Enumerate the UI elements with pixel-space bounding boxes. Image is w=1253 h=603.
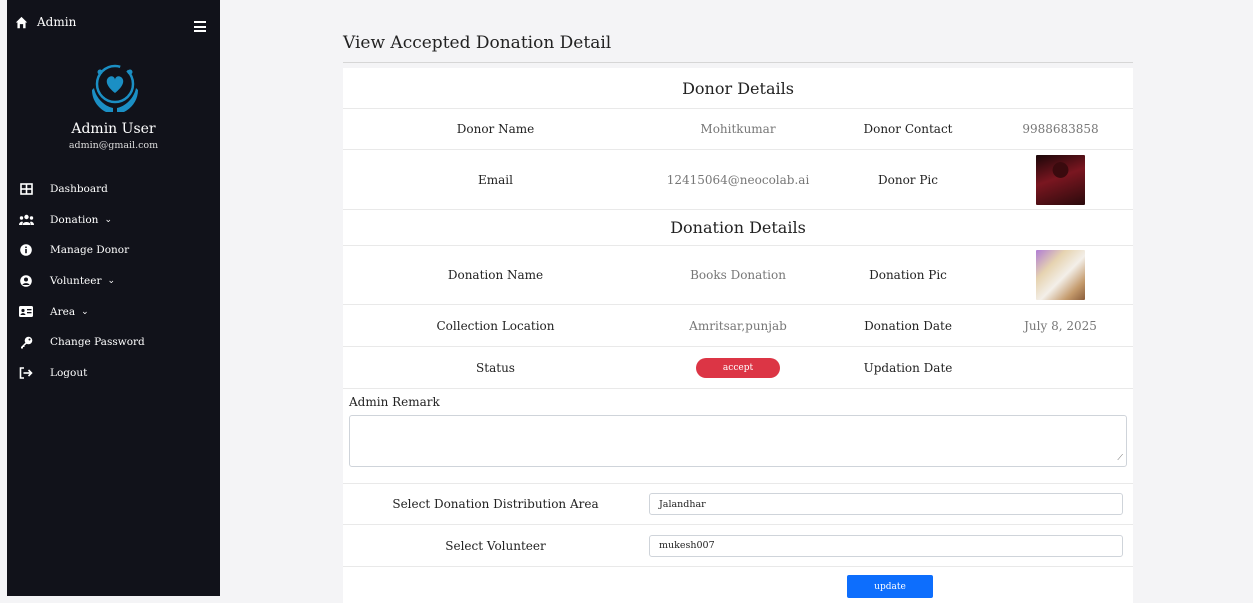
email-label: Email [478, 172, 513, 187]
brand-label[interactable]: Admin [37, 15, 76, 29]
sidebar-item-area[interactable]: Area ⌄ [7, 296, 220, 327]
chevron-down-icon: ⌄ [104, 214, 112, 225]
logout-icon [18, 366, 34, 380]
sidebar-item-label: Manage Donor [50, 244, 130, 257]
donor-pic-label: Donor Pic [878, 172, 938, 187]
table-row: Collection Location Amritsar,punjab Dona… [343, 305, 1133, 347]
donor-details-heading: Donor Details [343, 68, 1133, 109]
user-circle-icon [18, 274, 34, 288]
donor-contact-label: Donor Contact [863, 122, 953, 136]
info-icon [18, 243, 34, 257]
status-badge: accept [696, 357, 780, 378]
email-value: 12415064@neocolab.ai [666, 172, 810, 187]
donation-name-value: Books Donation [690, 268, 786, 282]
donor-name-label: Donor Name [456, 122, 535, 136]
chevron-down-icon: ⌄ [81, 306, 89, 317]
home-icon[interactable] [15, 16, 28, 29]
distribution-area-select[interactable]: Jalandhar [649, 493, 1123, 515]
table-row: Donation Name Books Donation Donation Pi… [343, 246, 1133, 305]
users-icon [18, 213, 34, 227]
sidebar-item-manage-donor[interactable]: Manage Donor [7, 235, 220, 266]
donation-details-heading: Donation Details [343, 210, 1133, 246]
donation-pic-cell [988, 250, 1133, 300]
volunteer-label: Select Volunteer [445, 538, 546, 553]
dashboard-icon [18, 182, 34, 196]
sidebar-item-logout[interactable]: Logout [7, 358, 220, 389]
donor-name-value: Mohitkumar [700, 122, 776, 136]
donor-pic-cell [988, 154, 1133, 205]
sidebar-item-dashboard[interactable]: Dashboard [7, 174, 220, 205]
sidebar-item-label: Change Password [50, 336, 145, 349]
sidebar-item-label: Dashboard [50, 183, 108, 196]
table-row: Status accept Updation Date [343, 347, 1133, 389]
id-card-icon [18, 305, 34, 319]
sidebar-item-volunteer[interactable]: Volunteer ⌄ [7, 266, 220, 297]
donation-photo[interactable] [1036, 250, 1085, 300]
volunteer-select[interactable]: mukesh007 [649, 534, 1123, 557]
status-label: Status [476, 360, 515, 375]
volunteer-row: Select Volunteer mukesh007 [343, 525, 1133, 567]
sidebar-nav: Dashboard Donation ⌄ Manage Donor Volunt… [7, 174, 220, 388]
donor-contact-value: 9988683858 [1022, 122, 1099, 136]
distribution-area-row: Select Donation Distribution Area Jaland… [343, 484, 1133, 525]
sidebar-item-donation[interactable]: Donation ⌄ [7, 205, 220, 236]
sidebar-item-label: Logout [50, 366, 88, 379]
admin-remark-textarea[interactable]: ⟋ [349, 415, 1127, 467]
sidebar-item-change-password[interactable]: Change Password [7, 327, 220, 358]
user-name: Admin User [71, 121, 156, 137]
status-cell: accept [648, 357, 828, 378]
donation-pic-label: Donation Pic [869, 268, 947, 282]
sidebar-item-label: Volunteer [50, 275, 102, 288]
sidebar-header: Admin [7, 0, 220, 48]
donor-photo[interactable] [1036, 154, 1085, 205]
table-row: Email 12415064@neocolab.ai Donor Pic [343, 150, 1133, 210]
sidebar-item-label: Donation [50, 213, 99, 226]
collection-location-value: Amritsar,punjab [689, 318, 787, 333]
collection-location-label: Collection Location [436, 318, 555, 333]
donation-date-label: Donation Date [864, 318, 952, 333]
resize-grip-icon[interactable]: ⟋ [1117, 453, 1123, 463]
detail-panel: Donor Details Donor Name Mohitkumar Dono… [343, 68, 1133, 603]
chevron-down-icon: ⌄ [107, 276, 116, 287]
user-email: admin@gmail.com [68, 140, 159, 151]
page-title: View Accepted Donation Detail [343, 33, 612, 53]
distribution-area-label: Select Donation Distribution Area [392, 497, 599, 511]
admin-remark-label: Admin Remark [349, 395, 440, 409]
button-row: update [343, 567, 1133, 603]
donation-date-value: July 8, 2025 [1024, 318, 1097, 333]
update-button[interactable]: update [847, 575, 933, 598]
hamburger-menu-icon[interactable] [194, 21, 206, 32]
title-divider [343, 62, 1133, 63]
updation-date-label: Updation Date [863, 360, 953, 375]
charity-logo-icon [92, 64, 138, 112]
sidebar: Admin Admin User admin@gmail.com Dashboa… [7, 0, 220, 596]
table-row: Donor Name Mohitkumar Donor Contact 9988… [343, 109, 1133, 150]
key-icon [18, 335, 34, 349]
sidebar-item-label: Area [50, 305, 76, 318]
admin-remark-group: Admin Remark ⟋ [343, 389, 1133, 484]
donation-name-label: Donation Name [447, 268, 544, 282]
